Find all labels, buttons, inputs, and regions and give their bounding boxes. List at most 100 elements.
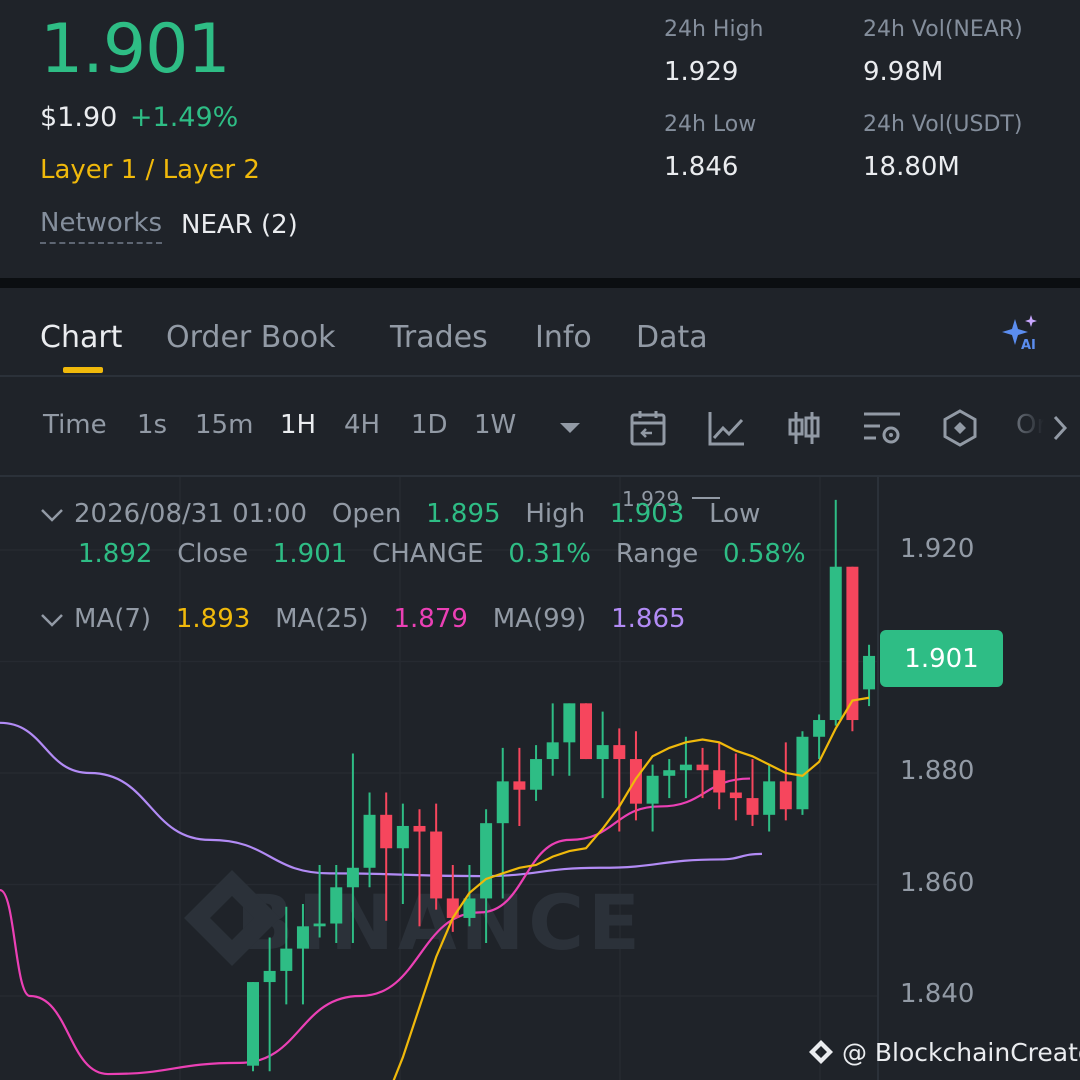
ma-row: MA(7) 1.893 MA(25) 1.879 MA(99) 1.865 [40,604,686,634]
candle-body [280,948,293,971]
ohlc-row-1: 2026/08/31 01:00 Open 1.895 High 1.903 L… [40,499,760,529]
depth-icon[interactable] [786,408,822,448]
ohlc-close-label: Close [177,539,249,569]
timeframe-1s[interactable]: 1s [137,410,167,440]
tab-data[interactable]: Data [636,320,708,355]
calendar-icon[interactable] [628,408,668,448]
candle-body [613,745,626,760]
timeframe-4h[interactable]: 4H [344,410,380,440]
candle-body [313,923,326,927]
category-tag[interactable]: Layer 1 / Layer 2 [40,155,260,185]
stat-vol-base-label: 24h Vol(NEAR) [863,17,1023,42]
tab-chart[interactable]: Chart [40,320,122,355]
stat-vol-base-value: 9.98M [863,57,944,87]
stat-high-label: 24h High [664,17,764,42]
axis-tick-1840: 1.840 [900,979,975,1009]
candle-body [563,703,576,743]
candle-body [829,566,842,721]
ohlc-datetime: 2026/08/31 01:00 [74,499,308,529]
tab-trades[interactable]: Trades [390,320,488,355]
ma7-value: 1.893 [175,604,251,634]
tab-info[interactable]: Info [535,320,592,355]
candle-body [480,823,493,899]
networks-value: NEAR (2) [181,210,298,240]
candle-body [330,887,343,924]
ma99-label: MA(99) [492,604,587,634]
candle-body [296,926,309,949]
timeframe-1h[interactable]: 1H [280,410,316,440]
ohlc-range: 0.58% [723,539,806,569]
tabs-divider [0,375,1080,377]
ma25-value: 1.879 [393,604,468,634]
candle-body [779,781,792,810]
indicator-icon[interactable] [706,408,746,448]
candle-body [846,566,859,721]
ohlc-change-label: CHANGE [372,539,484,569]
candle-body [746,798,759,815]
timeframe-time[interactable]: Time [43,410,107,440]
ai-sparkle-icon[interactable]: AI [1000,313,1042,355]
svg-text:AI: AI [1021,338,1036,353]
candle-body [813,720,826,737]
stat-high-value: 1.929 [664,57,739,87]
ohlc-high-label: High [525,499,586,529]
diamond-logo-icon [809,1040,833,1064]
ohlc-high: 1.903 [609,499,685,529]
credit-watermark: @ BlockchainCreator [808,1038,1080,1067]
candle-body [546,742,559,760]
candle-body [247,982,259,1066]
stat-vol-quote-value: 18.80M [863,152,960,182]
change-percent: +1.49% [129,102,239,133]
candle-body [363,814,376,868]
candle-body [346,867,359,888]
settings-icon[interactable] [862,408,902,448]
ohlc-close: 1.901 [272,539,348,569]
candle-body [580,703,592,760]
axis-tick-1860: 1.860 [900,868,975,898]
chevron-right-icon[interactable] [1050,413,1070,443]
candle-body [713,770,726,793]
stat-low-label: 24h Low [664,112,757,137]
collapse-chevron-icon[interactable] [40,499,64,529]
hexagon-icon[interactable] [940,408,980,448]
timeframe-1d[interactable]: 1D [411,410,448,440]
active-tab-indicator [63,367,103,373]
candle-body [446,898,459,918]
candle-body [863,655,876,690]
ohlc-row-2: 1.892 Close 1.901 CHANGE 0.31% Range 0.5… [78,539,806,569]
candle-body [729,792,742,799]
ohlc-open-label: Open [331,499,402,529]
candles-group [247,499,876,1072]
ma25-label: MA(25) [275,604,369,634]
candle-body [263,970,276,983]
candle-body [380,814,393,849]
ohlc-open: 1.895 [426,499,501,529]
ma99-value: 1.865 [611,604,686,634]
candle-body [396,825,409,849]
candle-body [413,825,426,832]
credit-text: @ BlockchainCreator [841,1038,1080,1067]
ma-collapse-chevron-icon[interactable] [40,604,64,634]
candle-body [679,764,692,771]
candle-body [430,831,443,899]
current-price-tag: 1.901 [880,630,1003,687]
candle-body [646,775,659,804]
timeframe-15m[interactable]: 15m [195,410,253,440]
timeframe-1w[interactable]: 1W [474,410,516,440]
stat-low-value: 1.846 [664,152,739,182]
last-price: 1.901 [40,10,231,89]
ohlc-change: 0.31% [508,539,592,569]
candle-body [596,745,609,760]
chevron-down-icon[interactable] [558,420,582,436]
stat-vol-quote-label: 24h Vol(USDT) [863,112,1023,137]
section-divider [0,278,1080,288]
networks-label[interactable]: Networks [40,208,163,244]
tab-order-book[interactable]: Order Book [166,320,335,355]
candle-body [530,759,543,790]
candle-body [763,781,776,815]
candle-body [663,770,676,776]
ma7-label: MA(7) [74,604,152,634]
candle-body [496,781,509,824]
candle-body [696,764,709,771]
ohlc-range-label: Range [615,539,699,569]
